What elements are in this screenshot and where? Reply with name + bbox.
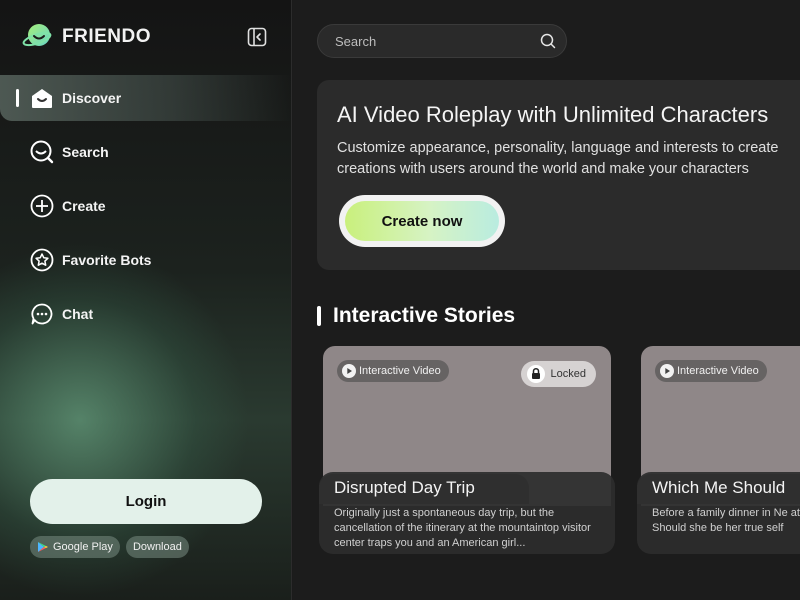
interactive-video-tag: Interactive Video: [337, 360, 449, 382]
home-smile-icon: [30, 86, 54, 110]
locked-label: Locked: [550, 368, 586, 380]
chat-bubble-icon: [30, 302, 54, 326]
section-title: Interactive Stories: [333, 304, 516, 327]
hero-banner: AI Video Roleplay with Unlimited Charact…: [317, 80, 800, 270]
lock-icon: [526, 365, 545, 383]
story-card-title: Disrupted Day Trip: [334, 478, 475, 497]
hero-description: Customize appearance, personality, langu…: [337, 138, 800, 180]
story-card[interactable]: Interactive Video Locked Disrupted Day T…: [319, 346, 615, 556]
story-card-description: Originally just a spontaneous day trip, …: [334, 507, 591, 549]
create-now-label: Create now: [345, 201, 499, 241]
story-card-title: Which Me Should: [652, 478, 786, 497]
search-input[interactable]: Search: [317, 24, 567, 58]
brand-name: FRIENDO: [62, 26, 151, 47]
friendo-logo-icon: [22, 24, 52, 47]
main-content: Search AI Video Roleplay with Unlimited …: [293, 0, 800, 600]
hero-title: AI Video Roleplay with Unlimited Charact…: [337, 102, 769, 127]
nav-item-search[interactable]: Search: [0, 129, 292, 175]
tag-label: Interactive Video: [359, 365, 441, 377]
section-marker: [317, 306, 321, 326]
star-badge-icon: [30, 248, 54, 272]
nav-label-discover: Discover: [62, 90, 122, 106]
nav-item-create[interactable]: Create: [0, 183, 292, 229]
interactive-video-tag: Interactive Video: [655, 360, 767, 382]
search-placeholder: Search: [335, 33, 377, 49]
active-indicator: [16, 89, 19, 107]
sidebar: FRIENDO Discover Search Create Favorite …: [0, 0, 292, 600]
story-card-description: Before a family dinner in Ne at her boss…: [652, 507, 800, 534]
brand[interactable]: FRIENDO: [22, 22, 151, 52]
google-play-label: Google Play: [53, 541, 113, 553]
collapse-sidebar-icon[interactable]: [247, 27, 267, 47]
section-header: Interactive Stories: [317, 304, 515, 328]
nav-item-chat[interactable]: Chat: [0, 291, 292, 337]
search-icon: [30, 140, 54, 164]
nav-item-favorite-bots[interactable]: Favorite Bots: [0, 237, 292, 283]
search-icon[interactable]: [540, 33, 556, 49]
story-card[interactable]: Interactive Video Which Me Should Before…: [637, 346, 800, 556]
nav-label-favorite-bots: Favorite Bots: [62, 252, 152, 268]
nav-label-create: Create: [62, 198, 106, 214]
download-button[interactable]: Download: [125, 536, 189, 558]
download-label: Download: [132, 541, 182, 553]
tag-label: Interactive Video: [677, 365, 759, 377]
google-play-icon: [38, 542, 48, 552]
store-links: Google Play Download: [30, 536, 189, 558]
login-button[interactable]: Login: [30, 479, 262, 524]
hero-description-line: Customize appearance, personality, langu…: [337, 140, 779, 156]
google-play-button[interactable]: Google Play: [30, 536, 120, 558]
locked-badge: Locked: [520, 361, 596, 387]
hero-description-line: creations with users around the world an…: [337, 161, 749, 177]
plus-circle-icon: [30, 194, 54, 218]
play-icon: [660, 364, 674, 378]
create-now-button[interactable]: Create now: [339, 195, 505, 247]
nav-item-discover[interactable]: Discover: [0, 75, 292, 121]
nav-label-search: Search: [62, 144, 109, 160]
play-icon: [342, 364, 356, 378]
nav-label-chat: Chat: [62, 306, 94, 322]
